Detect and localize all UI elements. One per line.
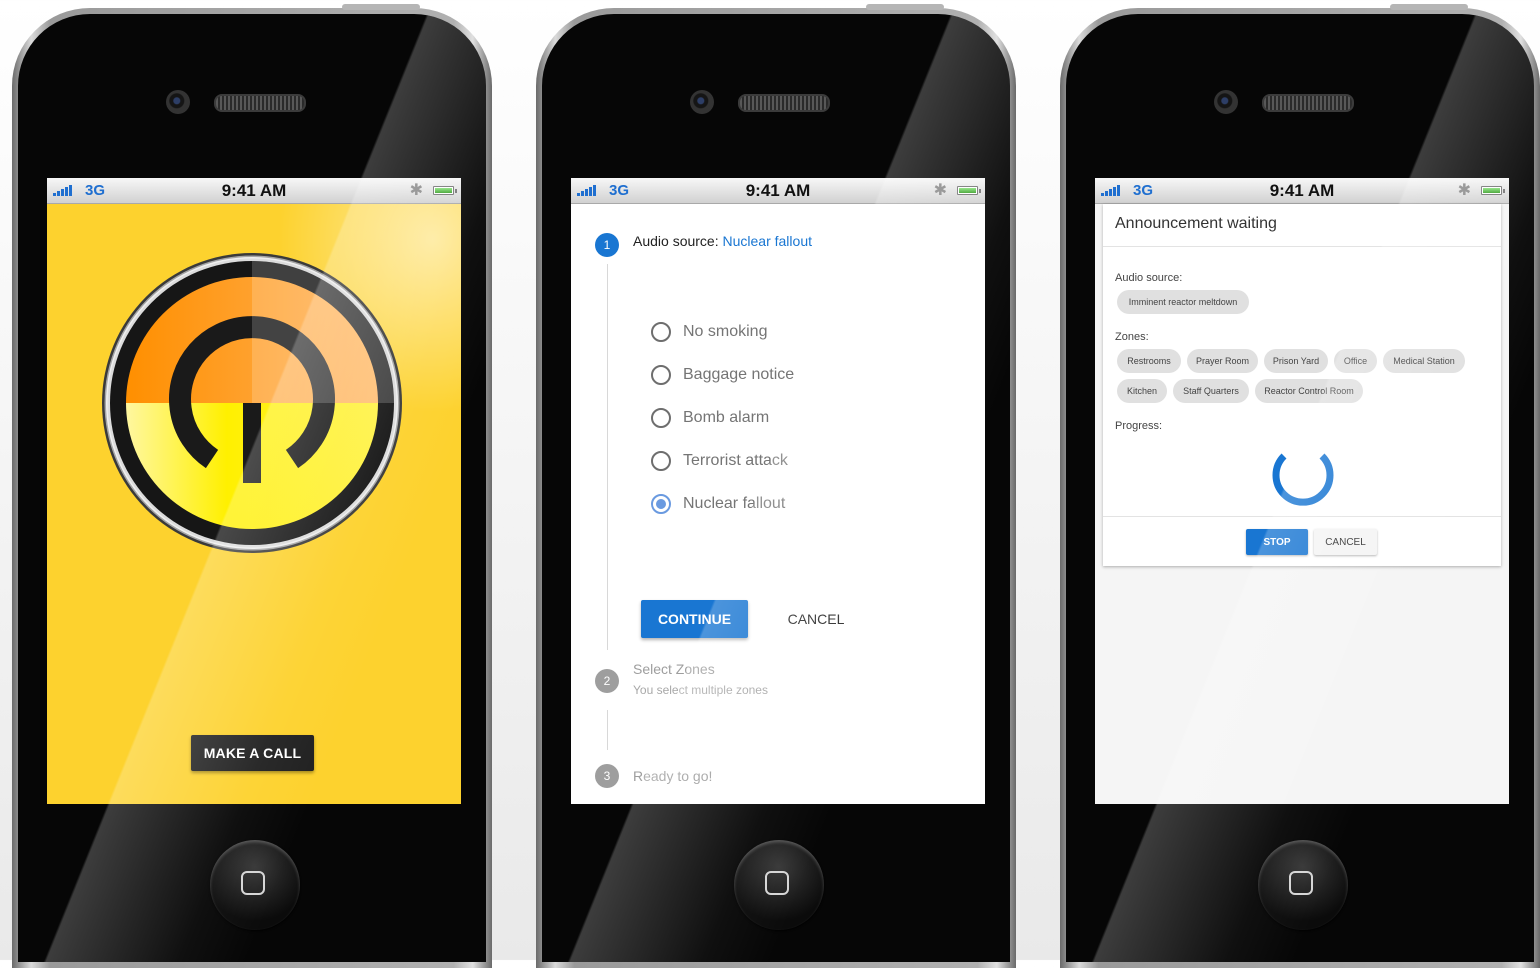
audio-source-chip: Imminent reactor meltdown (1117, 290, 1249, 314)
status-bar: 3G 9:41 AM ✱ (1095, 178, 1509, 204)
home-button[interactable] (734, 840, 824, 930)
audio-source-label: Audio source: (1115, 272, 1183, 284)
phone-body: 3G 9:41 AM ✱ MAKE A CALL (18, 14, 486, 962)
make-call-button[interactable]: MAKE A CALL (191, 735, 314, 771)
status-bar: 3G 9:41 AM ✱ (571, 178, 985, 204)
bluetooth-icon: ✱ (409, 182, 423, 199)
battery-icon (1481, 186, 1505, 195)
radio-icon[interactable] (651, 408, 671, 428)
status-time: 9:41 AM (1269, 181, 1335, 200)
zone-chip: Office (1334, 349, 1377, 373)
home-square-icon (765, 871, 789, 895)
status-time: 9:41 AM (221, 181, 287, 200)
step-connector (607, 264, 608, 650)
continue-button[interactable]: CONTINUE (641, 600, 748, 638)
speaker-grille (738, 94, 830, 112)
home-square-icon (241, 871, 265, 895)
phone-body: 3G 9:41 AM ✱ 1 Audio source: Nuclear fal… (542, 14, 1010, 962)
stop-button[interactable]: STOP (1246, 529, 1308, 555)
home-background: MAKE A CALL (47, 204, 461, 804)
phone-frame-2: 3G 9:41 AM ✱ 1 Audio source: Nuclear fal… (536, 4, 1016, 968)
step-2-title[interactable]: Select Zones (633, 661, 715, 677)
bluetooth-icon: ✱ (1457, 182, 1471, 199)
radio-label: Baggage notice (683, 366, 795, 383)
bluetooth-icon: ✱ (933, 182, 947, 199)
step-3-title[interactable]: Ready to go! (633, 768, 712, 784)
radio-option-no-smoking[interactable]: No smoking (651, 320, 767, 344)
zone-chip: Prison Yard (1264, 349, 1328, 373)
status-bar: 3G 9:41 AM ✱ (47, 178, 461, 204)
radio-label: Terrorist attack (683, 452, 788, 469)
home-button[interactable] (1258, 840, 1348, 930)
speaker-grille (1262, 94, 1354, 112)
step-2-subtitle: You select multiple zones (633, 683, 768, 697)
app-logo-icon (102, 253, 402, 553)
phone-frame-3: 3G 9:41 AM ✱ Announcement waiting Audio … (1060, 4, 1540, 968)
cancel-button[interactable]: CANCEL (771, 600, 861, 638)
zone-chip: Prayer Room (1187, 349, 1258, 373)
camera-icon (690, 90, 714, 114)
radio-icon[interactable] (651, 451, 671, 471)
zones-label: Zones: (1115, 331, 1149, 343)
step-1-value: Nuclear fallout (722, 233, 813, 249)
zone-chip: Staff Quarters (1173, 379, 1249, 403)
radio-label: Bomb alarm (683, 409, 770, 426)
card-title: Announcement waiting (1115, 215, 1277, 232)
zone-chip: Kitchen (1117, 379, 1167, 403)
step-connector (607, 710, 608, 750)
home-square-icon (1289, 871, 1313, 895)
app-screen-home: 3G 9:41 AM ✱ MAKE A CALL (47, 178, 461, 804)
announcement-background: Announcement waiting Audio source: Immin… (1095, 204, 1509, 804)
phone-frame-1: 3G 9:41 AM ✱ MAKE A CALL (12, 4, 492, 968)
camera-icon (166, 90, 190, 114)
battery-icon (433, 186, 457, 195)
progress-spinner-icon (1272, 453, 1334, 506)
radio-label: Nuclear fallout (683, 495, 786, 512)
radio-icon[interactable] (651, 365, 671, 385)
radio-option-nuclear-fallout[interactable]: Nuclear fallout (651, 492, 785, 516)
power-button (342, 4, 420, 10)
step-1-label: Audio source: (633, 233, 719, 249)
step-3-circle: 3 (595, 764, 619, 788)
zone-chip: Restrooms (1117, 349, 1181, 373)
step-1-title: Audio source: Nuclear fallout (633, 233, 812, 249)
radio-option-terrorist-attack[interactable]: Terrorist attack (651, 449, 788, 473)
step-1-circle: 1 (595, 233, 619, 257)
announcement-card: Announcement waiting Audio source: Immin… (1103, 204, 1501, 566)
radio-icon[interactable] (651, 322, 671, 342)
cancel-button[interactable]: CANCEL (1314, 529, 1377, 555)
app-screen-announcement: 3G 9:41 AM ✱ Announcement waiting Audio … (1095, 178, 1509, 804)
camera-icon (1214, 90, 1238, 114)
zone-chip: Medical Station (1383, 349, 1465, 373)
status-time: 9:41 AM (745, 181, 811, 200)
power-button (866, 4, 944, 10)
radio-selected-icon[interactable] (651, 494, 671, 514)
radio-option-baggage-notice[interactable]: Baggage notice (651, 363, 794, 387)
app-screen-stepper: 3G 9:41 AM ✱ 1 Audio source: Nuclear fal… (571, 178, 985, 804)
home-button[interactable] (210, 840, 300, 930)
phone-body: 3G 9:41 AM ✱ Announcement waiting Audio … (1066, 14, 1534, 962)
speaker-grille (214, 94, 306, 112)
battery-icon (957, 186, 981, 195)
zone-chip: Reactor Control Room (1255, 379, 1363, 403)
power-button (1390, 4, 1468, 10)
stepper: 1 Audio source: Nuclear fallout No smoki… (571, 204, 985, 804)
divider (1103, 246, 1501, 247)
radio-option-bomb-alarm[interactable]: Bomb alarm (651, 406, 769, 430)
divider (1103, 516, 1501, 517)
step-2-circle: 2 (595, 669, 619, 693)
radio-label: No smoking (683, 323, 768, 340)
progress-label: Progress: (1115, 420, 1163, 432)
